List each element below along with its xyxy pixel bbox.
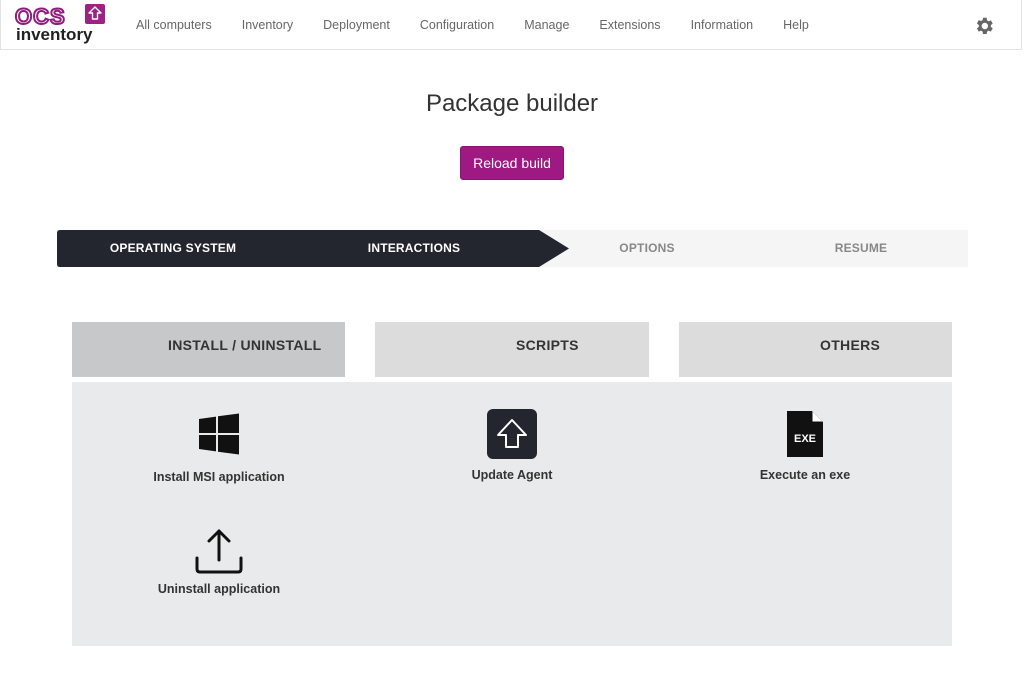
step-interactions[interactable]: INTERACTIONS [289, 230, 539, 267]
nav-help[interactable]: Help [768, 0, 824, 50]
main-nav: All computers Inventory Deployment Confi… [121, 0, 824, 50]
upload-arrow-icon [412, 409, 612, 459]
update-agent-label: Update Agent [471, 468, 553, 482]
nav-information[interactable]: Information [676, 0, 769, 50]
wizard-stepper: OPERATING SYSTEM INTERACTIONS OPTIONS RE… [57, 230, 968, 267]
tab-others[interactable]: OTHERS [679, 322, 952, 377]
gear-icon[interactable] [973, 15, 995, 37]
install-msi-action[interactable]: Install MSI application [119, 412, 319, 484]
ocs-inventory-logo[interactable]: OCS inventory [14, 3, 107, 46]
nav-extensions[interactable]: Extensions [584, 0, 675, 50]
nav-manage[interactable]: Manage [509, 0, 584, 50]
page-title: Package builder [425, 90, 599, 117]
reload-build-button[interactable]: Reload build [460, 146, 564, 180]
upload-tray-icon [119, 528, 319, 574]
step-operating-system[interactable]: OPERATING SYSTEM [57, 230, 289, 267]
step-options[interactable]: OPTIONS [569, 230, 725, 267]
logo-upload-icon [85, 4, 105, 24]
step-resume[interactable]: RESUME [769, 230, 953, 267]
tab-install-uninstall[interactable]: INSTALL / UNINSTALL [72, 322, 345, 377]
nav-configuration[interactable]: Configuration [405, 0, 509, 50]
nav-deployment[interactable]: Deployment [308, 0, 405, 50]
uninstall-label: Uninstall application [157, 582, 281, 596]
nav-all-computers[interactable]: All computers [121, 0, 227, 50]
top-navbar: OCS inventory All computers Inventory De… [0, 0, 1022, 50]
uninstall-action[interactable]: Uninstall application [119, 528, 319, 596]
nav-inventory[interactable]: Inventory [227, 0, 308, 50]
actions-panel: Install MSI application Update Agent EXE… [72, 382, 952, 646]
exe-file-icon: EXE [705, 411, 905, 457]
execute-exe-action[interactable]: EXE Execute an exe [705, 411, 905, 482]
install-msi-label: Install MSI application [153, 470, 285, 484]
tab-scripts[interactable]: SCRIPTS [375, 322, 649, 377]
update-agent-action[interactable]: Update Agent [412, 409, 612, 482]
execute-exe-label: Execute an exe [759, 468, 851, 482]
exe-icon-text: EXE [794, 433, 816, 445]
windows-icon [119, 412, 319, 456]
logo-inventory-text: inventory [16, 25, 93, 44]
